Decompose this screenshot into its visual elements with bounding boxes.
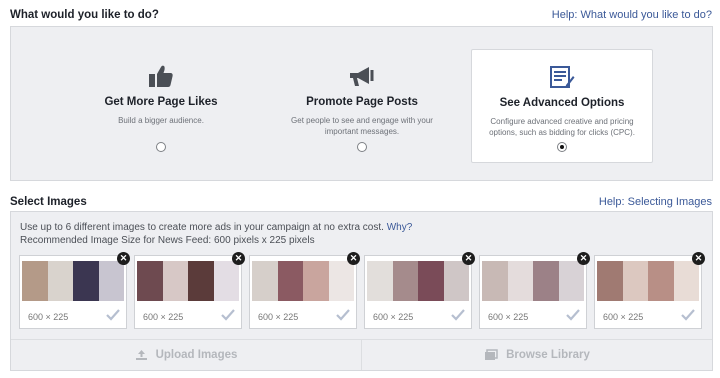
megaphone-icon	[271, 61, 453, 91]
info-text: Use up to 6 different images to create m…	[20, 222, 384, 233]
option-description: Configure advanced creative and pricing …	[489, 117, 635, 137]
thumbnail-size: 600 × 225	[258, 312, 299, 322]
upload-icon	[135, 349, 148, 361]
thumbs-up-icon	[70, 61, 252, 91]
check-icon	[451, 309, 465, 321]
image-thumbnail[interactable]: 600 × 225 ✕	[479, 252, 590, 329]
option-description: Get people to see and engage with your i…	[291, 116, 433, 136]
browse-library-button[interactable]: Browse Library	[361, 340, 712, 370]
thumbnail-size: 600 × 225	[373, 312, 414, 322]
images-header: Select Images Help: Selecting Images	[10, 194, 712, 210]
advanced-form-icon	[472, 62, 652, 92]
thumbnail-size: 600 × 225	[143, 312, 184, 322]
thumbnail-size: 600 × 225	[603, 312, 644, 322]
remove-image-icon[interactable]: ✕	[577, 252, 590, 265]
thumbnail-size: 600 × 225	[28, 312, 69, 322]
image-actions: Upload Images Browse Library	[11, 339, 712, 370]
objective-header: What would you like to do? Help: What wo…	[10, 7, 712, 23]
why-link[interactable]: Why?	[387, 222, 413, 233]
option-title: See Advanced Options	[499, 97, 625, 109]
recommended-size-text: Recommended Image Size for News Feed: 60…	[20, 235, 315, 246]
remove-image-icon[interactable]: ✕	[692, 252, 705, 265]
thumbnail-photo	[597, 261, 699, 301]
remove-image-icon[interactable]: ✕	[232, 252, 245, 265]
image-thumbnail[interactable]: 600 × 225 ✕	[364, 252, 475, 329]
objective-heading: What would you like to do?	[10, 9, 159, 21]
option-description: Build a bigger audience.	[118, 116, 204, 125]
check-icon	[106, 309, 120, 321]
check-icon	[336, 309, 350, 321]
library-icon	[484, 349, 498, 361]
check-icon	[681, 309, 695, 321]
remove-image-icon[interactable]: ✕	[462, 252, 475, 265]
images-panel: Use up to 6 different images to create m…	[10, 211, 713, 371]
thumbnail-photo	[482, 261, 584, 301]
objective-help-link[interactable]: Help: What would you like to do?	[552, 9, 712, 21]
radio-page-likes[interactable]	[156, 142, 166, 152]
image-thumbnail[interactable]: 600 × 225 ✕	[594, 252, 705, 329]
check-icon	[221, 309, 235, 321]
images-info: Use up to 6 different images to create m…	[20, 221, 412, 247]
thumbnail-photo	[367, 261, 469, 301]
image-thumbnail[interactable]: 600 × 225 ✕	[249, 252, 360, 329]
upload-images-label: Upload Images	[155, 349, 238, 361]
images-help-link[interactable]: Help: Selecting Images	[599, 196, 712, 208]
remove-image-icon[interactable]: ✕	[117, 252, 130, 265]
images-heading: Select Images	[10, 196, 87, 208]
image-thumbnail[interactable]: 600 × 225 ✕	[134, 252, 245, 329]
option-title: Get More Page Likes	[104, 96, 218, 108]
thumbnail-photo	[252, 261, 354, 301]
image-thumbnail[interactable]: 600 × 225 ✕	[19, 252, 130, 329]
check-icon	[566, 309, 580, 321]
upload-images-button[interactable]: Upload Images	[11, 340, 361, 370]
remove-image-icon[interactable]: ✕	[347, 252, 360, 265]
thumbnail-photo	[22, 261, 124, 301]
radio-promote-posts[interactable]	[357, 142, 367, 152]
thumbnail-photo	[137, 261, 239, 301]
thumbnail-size: 600 × 225	[488, 312, 529, 322]
objective-panel: Get More Page Likes Build a bigger audie…	[10, 26, 713, 181]
browse-library-label: Browse Library	[506, 349, 590, 361]
option-title: Promote Page Posts	[306, 96, 418, 108]
radio-advanced[interactable]	[557, 142, 567, 152]
